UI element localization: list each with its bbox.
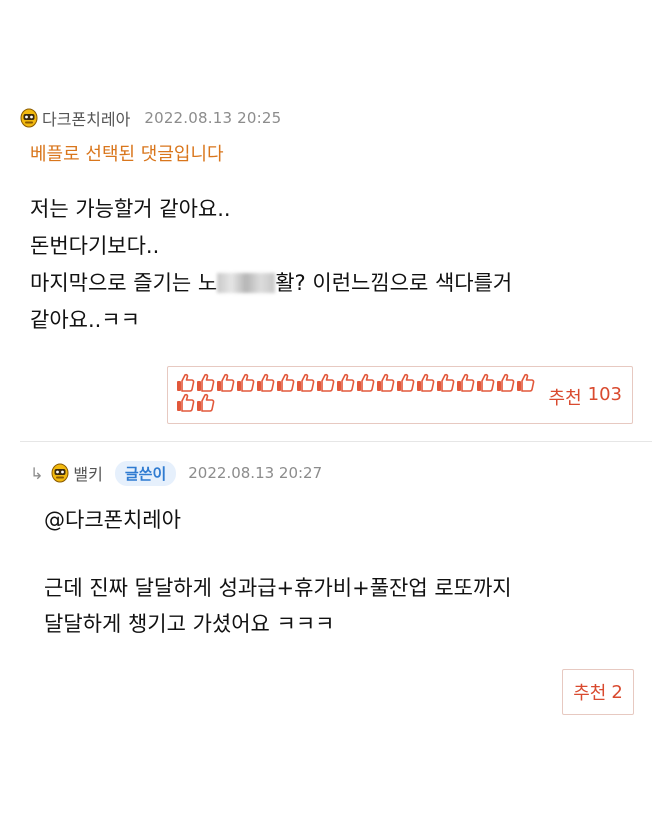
comment-line: 근데 진짜 달달하게 성과급+휴가비+풀잔업 로또까지 (44, 576, 512, 600)
thumbs-up-icon (297, 373, 315, 392)
reply-meta: ↳ 밸키 글쓴이 2022.08.13 20:27 (30, 459, 322, 487)
best-comment: 다크폰치레아 2022.08.13 20:25 베플로 선택된 댓글입니다 저는… (0, 0, 658, 440)
username[interactable]: 다크폰치레아 (42, 106, 130, 130)
thumbs-up-icon (477, 373, 495, 392)
thumbs-up-icon (417, 373, 435, 392)
thumbs-up-icon (317, 373, 335, 392)
mention-link[interactable]: @다크폰치레아 (44, 502, 512, 538)
avatar[interactable] (20, 108, 38, 128)
comment-line: 같아요..ㅋㅋ (30, 308, 140, 332)
comment-line-part: 활? 이런느낌으로 색다를거 (275, 271, 513, 295)
recommend-label: 추천 (548, 388, 582, 409)
comment-body: 저는 가능할거 같아요.. 돈번다기보다.. 마지막으로 즐기는 노 활? 이런느… (30, 191, 640, 339)
reply-arrow-icon: ↳ (30, 463, 44, 483)
thumbs-up-icon (357, 373, 375, 392)
thumbs-up-icon (397, 373, 415, 392)
comment-line: 저는 가능할거 같아요.. (30, 197, 231, 221)
thumbs-up-icon (517, 373, 535, 392)
thumbs-up-icon (497, 373, 515, 392)
thumbs-up-icon (217, 373, 235, 392)
reply-body: @다크폰치레아 근데 진짜 달달하게 성과급+휴가비+풀잔업 로또까지 달달하게… (44, 502, 512, 642)
thumbs-up-icon (237, 373, 255, 392)
comment-line-part: 마지막으로 즐기는 노 (30, 271, 218, 295)
comment-line: 돈번다기보다.. (30, 234, 160, 258)
recommend-box[interactable]: 추천 103 (167, 366, 633, 424)
censored-text (217, 273, 276, 293)
thumbs-up-icon (177, 373, 195, 392)
thumbs-up-icon (257, 373, 275, 392)
timestamp: 2022.08.13 20:27 (188, 464, 323, 482)
recommend-label: 추천 (573, 683, 607, 704)
thumbs-up-icon (377, 373, 395, 392)
thumbs-up-icon (457, 373, 475, 392)
recommend-number: 2 (611, 681, 623, 703)
thumbs-up-icon (437, 373, 455, 392)
recommend-box[interactable]: 추천 2 (562, 669, 634, 715)
comment-line: 마지막으로 즐기는 노 활? 이런느낌으로 색다를거 (30, 265, 640, 302)
recommend-number: 103 (587, 384, 622, 405)
thumbs-up-icon (177, 393, 195, 412)
comment-line: 달달하게 챙기고 가셨어요 ㅋㅋㅋ (44, 612, 335, 636)
best-comment-label: 베플로 선택된 댓글입니다 (30, 144, 224, 165)
thumbs-up-icon (277, 373, 295, 392)
author-badge: 글쓴이 (114, 460, 177, 486)
timestamp: 2022.08.13 20:25 (144, 109, 282, 127)
avatar[interactable] (51, 463, 69, 483)
line-spacer (44, 538, 512, 570)
username[interactable]: 밸키 (73, 461, 102, 485)
thumbs-up-icon (197, 373, 215, 392)
recommend-count[interactable]: 추천 103 (549, 384, 622, 410)
thumbs-up-list (176, 373, 536, 413)
thumbs-up-icon (197, 393, 215, 412)
comment-meta: 다크폰치레아 2022.08.13 20:25 (20, 104, 281, 132)
thumbs-up-icon (337, 373, 355, 392)
